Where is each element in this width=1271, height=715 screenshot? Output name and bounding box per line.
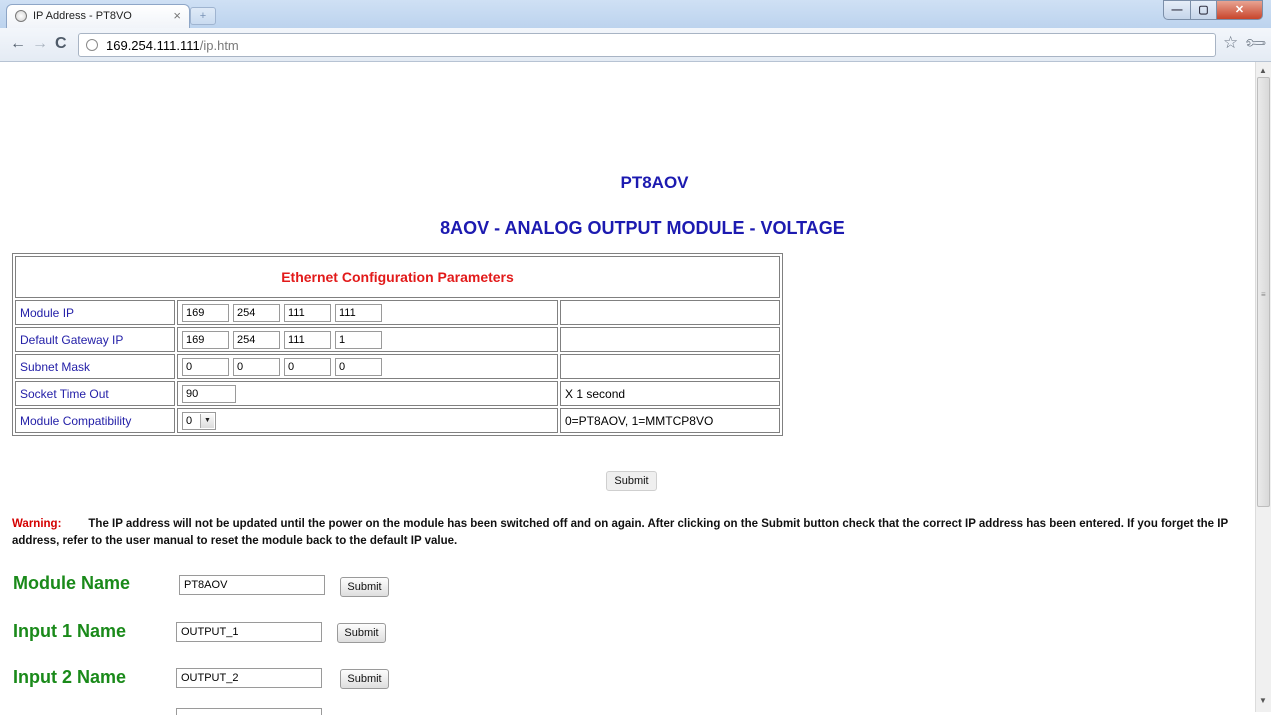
module-ip-octet-4[interactable]: 111	[335, 303, 382, 322]
warning-text: The IP address will not be updated until…	[12, 518, 1228, 547]
input-1-name-submit-button[interactable]: Submit	[337, 623, 386, 643]
maximize-icon: ▢	[1198, 4, 1209, 16]
module-compatibility-select[interactable]: 0 ▼	[182, 411, 216, 430]
page-subtitle: 8AOV - ANALOG OUTPUT MODULE - VOLTAGE	[440, 218, 845, 238]
table-row: Socket Time Out 90 X 1 second	[15, 381, 780, 406]
scroll-down-arrow-icon[interactable]: ▼	[1259, 696, 1267, 705]
wrench-menu-icon[interactable]: 🔧︎	[1242, 30, 1268, 56]
url-text: 169.254.111.111/ip.htm	[106, 38, 239, 53]
table-row: Default Gateway IP 169 254 111 1	[15, 327, 780, 352]
module-compatibility-note: 0=PT8AOV, 1=MMTCP8VO	[560, 408, 780, 433]
input-1-name-input[interactable]: OUTPUT_1	[176, 622, 322, 642]
window-maximize-button[interactable]: ▢	[1190, 0, 1217, 20]
minimize-icon: —	[1171, 4, 1183, 16]
tab-close-icon[interactable]: ×	[173, 8, 181, 23]
module-ip-octet-1[interactable]: 169	[182, 303, 229, 322]
forward-arrow-icon[interactable]: →	[32, 36, 48, 52]
subnet-mask-label: Subnet Mask	[15, 354, 175, 379]
socket-timeout-label: Socket Time Out	[15, 381, 175, 406]
scrollbar-thumb[interactable]: ≡	[1257, 77, 1270, 507]
gateway-ip-octet-1[interactable]: 169	[182, 330, 229, 349]
subnet-mask-octet-2[interactable]: 0	[233, 357, 280, 376]
scroll-up-arrow-icon[interactable]: ▲	[1259, 66, 1267, 75]
gateway-ip-fields: 169 254 111 1	[177, 327, 558, 352]
tab-title: IP Address - PT8VO	[33, 10, 132, 22]
subnet-mask-octet-4[interactable]: 0	[335, 357, 382, 376]
module-name-submit-button[interactable]: Submit	[340, 577, 389, 597]
browser-toolbar: ← → C 169.254.111.111/ip.htm ☆ 🔧︎	[0, 28, 1271, 62]
table-row: Module Compatibility 0 ▼ 0=PT8AOV, 1=MMTC…	[15, 408, 780, 433]
subnet-mask-octet-3[interactable]: 0	[284, 357, 331, 376]
module-name-label: Module Name	[13, 573, 131, 593]
gateway-ip-octet-2[interactable]: 254	[233, 330, 280, 349]
new-tab-button[interactable]: +	[190, 7, 216, 25]
dropdown-arrow-icon: ▼	[200, 413, 214, 428]
reload-icon[interactable]: C	[55, 36, 67, 52]
window-minimize-button[interactable]: —	[1163, 0, 1191, 20]
url-path: /ip.htm	[199, 38, 239, 53]
back-arrow-icon[interactable]: ←	[10, 36, 26, 52]
input-1-name-label: Input 1 Name	[13, 621, 127, 641]
gateway-ip-octet-3[interactable]: 111	[284, 330, 331, 349]
ethernet-config-table: Ethernet Configuration Parameters Module…	[12, 253, 783, 436]
table-row: Subnet Mask 0000	[15, 354, 780, 379]
module-compatibility-fields: 0 ▼	[177, 408, 558, 433]
config-table-header: Ethernet Configuration Parameters	[15, 256, 780, 298]
socket-timeout-fields: 90	[177, 381, 558, 406]
page-title: PT8AOV	[620, 173, 689, 192]
module-name-input[interactable]: PT8AOV	[179, 575, 325, 595]
config-submit-button[interactable]: Submit	[606, 471, 657, 491]
gateway-ip-label: Default Gateway IP	[15, 327, 175, 352]
address-bar[interactable]: 169.254.111.111/ip.htm	[78, 33, 1216, 57]
scrollbar-grip-icon: ≡	[1261, 290, 1266, 299]
warning-message: Warning: The IP address will not be updat…	[12, 516, 1247, 550]
browser-tab[interactable]: IP Address - PT8VO ×	[6, 4, 190, 28]
module-compatibility-label: Module Compatibility	[15, 408, 175, 433]
input-2-name-input[interactable]: OUTPUT_2	[176, 668, 322, 688]
table-row: Module IP 169 254 111 111	[15, 300, 780, 325]
warning-label: Warning:	[12, 518, 62, 530]
socket-timeout-input[interactable]: 90	[182, 384, 236, 403]
vertical-scrollbar[interactable]: ▲ ≡ ▼	[1255, 62, 1271, 712]
gateway-ip-note	[560, 327, 780, 352]
subnet-mask-octet-1[interactable]: 0	[182, 357, 229, 376]
module-ip-octet-3[interactable]: 111	[284, 303, 331, 322]
bookmark-star-icon[interactable]: ☆	[1223, 33, 1238, 53]
module-ip-octet-2[interactable]: 254	[233, 303, 280, 322]
close-icon: ✕	[1234, 4, 1245, 16]
window-titlebar: IP Address - PT8VO × + — ▢ ✕	[0, 0, 1271, 28]
subnet-mask-note	[560, 354, 780, 379]
gateway-ip-octet-4[interactable]: 1	[335, 330, 382, 349]
page-info-icon	[86, 39, 98, 51]
window-close-button[interactable]: ✕	[1216, 0, 1263, 20]
input-2-name-submit-button[interactable]: Submit	[340, 669, 389, 689]
module-ip-fields: 169 254 111 111	[177, 300, 558, 325]
subnet-mask-fields: 0000	[177, 354, 558, 379]
module-ip-label: Module IP	[15, 300, 175, 325]
page-favicon-icon	[15, 10, 27, 22]
module-ip-note	[560, 300, 780, 325]
url-host: 169.254.111.111	[106, 38, 200, 53]
module-compatibility-value: 0	[186, 414, 193, 427]
input-2-name-label: Input 2 Name	[13, 667, 127, 687]
socket-timeout-unit: X 1 second	[560, 381, 780, 406]
